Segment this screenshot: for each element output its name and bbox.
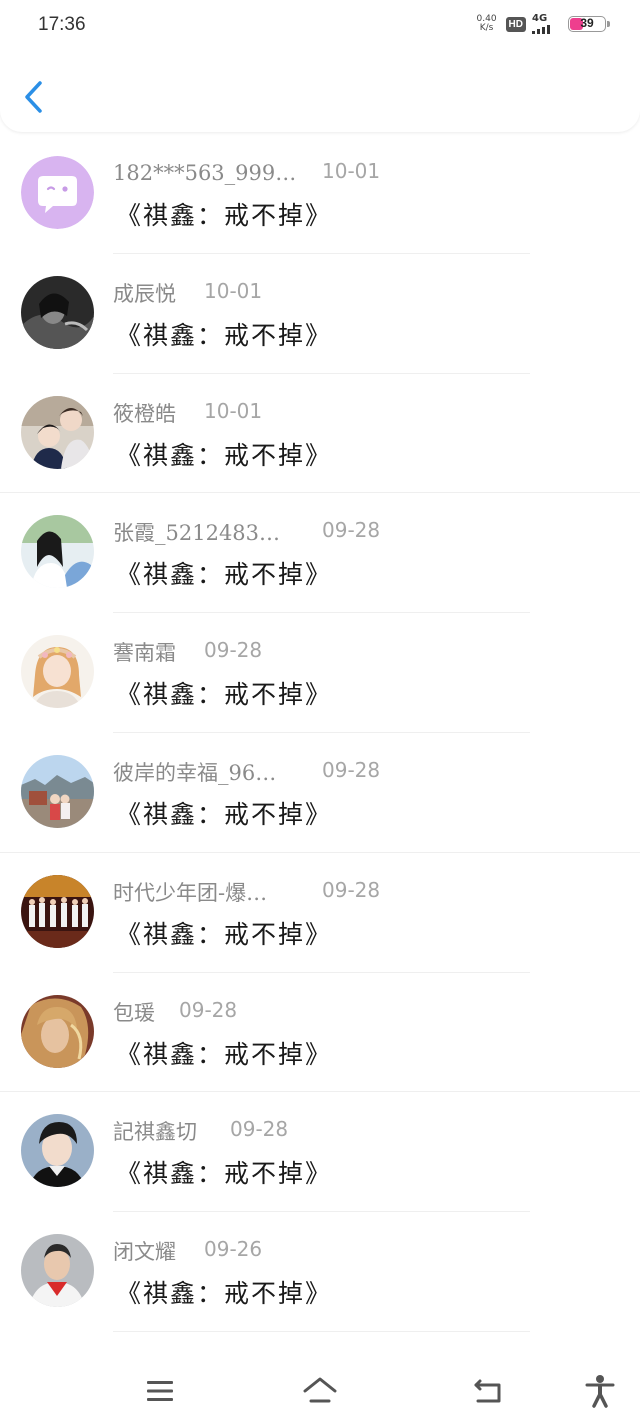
user-photo (21, 754, 94, 828)
date: 09-28 (179, 997, 238, 1022)
back-icon (474, 1379, 501, 1403)
user-photo (21, 874, 94, 948)
chevron-left-icon (25, 81, 42, 113)
status-icons: 0.40 K/s HD 4G 39 (474, 12, 610, 36)
message-list: 182***563_999… 10-01 《祺鑫：戒不掉》 成辰悦 10-01 … (0, 134, 640, 1332)
list-item[interactable]: 彼岸的幸福_96… 09-28 《祺鑫：戒不掉》 (0, 733, 640, 853)
top-bar: 17:36 0.40 K/s HD 4G 39 (0, 0, 640, 132)
user-name: 謇南霜 (113, 641, 176, 666)
accessibility-button[interactable] (580, 1371, 620, 1411)
user-photo (21, 1234, 94, 1308)
user-name: 闭文耀 (113, 1240, 176, 1265)
date: 10-01 (322, 159, 381, 183)
user-photo (21, 515, 94, 589)
list-item[interactable]: 张霞_5212483… 09-28 《祺鑫：戒不掉》 (0, 493, 640, 614)
message-content: 《祺鑫：戒不掉》 (116, 799, 333, 829)
user-photo (21, 635, 94, 709)
date: 10-01 (204, 278, 263, 303)
user-photo (21, 395, 94, 469)
message-content: 《祺鑫：戒不掉》 (116, 320, 333, 350)
home-button[interactable] (300, 1371, 340, 1411)
chat-bubble-icon (21, 156, 94, 229)
avatar[interactable] (21, 635, 94, 709)
network-speed: 0.40 K/s (476, 14, 497, 33)
list-item[interactable]: 闭文耀 09-26 《祺鑫：戒不掉》 (0, 1212, 640, 1332)
battery-icon: 39 (568, 16, 610, 32)
avatar[interactable] (21, 156, 94, 229)
message-content: 《祺鑫：戒不掉》 (116, 440, 333, 470)
menu-icon (147, 1381, 173, 1401)
user-photo (21, 994, 94, 1068)
avatar[interactable] (21, 515, 94, 589)
list-item[interactable]: 包瑗 09-28 《祺鑫：戒不掉》 (0, 973, 640, 1093)
list-item[interactable]: 記祺鑫切 09-28 《祺鑫：戒不掉》 (0, 1092, 640, 1213)
back-button[interactable] (18, 78, 52, 116)
user-name: 张霞_5212483… (113, 521, 281, 546)
hd-icon: HD (505, 16, 526, 32)
date: 09-26 (204, 1237, 263, 1262)
list-item[interactable]: 时代少年团-爆… 09-28 《祺鑫：戒不掉》 (0, 853, 640, 973)
message-content: 《祺鑫：戒不掉》 (116, 1159, 333, 1189)
avatar[interactable] (21, 1234, 94, 1308)
home-icon (303, 1377, 337, 1403)
date: 09-28 (322, 518, 381, 543)
list-item[interactable]: 謇南霜 09-28 《祺鑫：戒不掉》 (0, 613, 640, 733)
list-item[interactable]: 成辰悦 10-01 《祺鑫：戒不掉》 (0, 254, 640, 374)
message-content: 《祺鑫：戒不掉》 (116, 1039, 333, 1069)
user-name: 彼岸的幸福_96… (113, 760, 277, 785)
menu-button[interactable] (140, 1371, 180, 1411)
message-content: 《祺鑫：戒不掉》 (116, 560, 333, 590)
accessibility-icon (585, 1375, 615, 1408)
date: 10-01 (204, 398, 263, 423)
message-content: 《祺鑫：戒不掉》 (116, 201, 333, 230)
message-content: 《祺鑫：戒不掉》 (116, 919, 333, 949)
avatar[interactable] (21, 874, 94, 948)
user-name: 包瑗 (113, 1000, 155, 1025)
avatar[interactable] (21, 275, 94, 349)
date: 09-28 (230, 1117, 289, 1142)
return-button[interactable] (468, 1371, 508, 1411)
user-name: 記祺鑫切 (113, 1120, 197, 1145)
avatar[interactable] (21, 395, 94, 469)
avatar[interactable] (21, 754, 94, 828)
user-name: 成辰悦 (113, 281, 176, 306)
user-name: 筱橙皓 (113, 401, 176, 426)
date: 09-28 (204, 638, 263, 663)
user-name: 182***563_999… (113, 161, 297, 185)
navigation-bar (0, 1355, 640, 1427)
message-content: 《祺鑫：戒不掉》 (116, 1279, 333, 1309)
divider (113, 1330, 530, 1332)
date: 09-28 (322, 757, 381, 782)
user-name: 时代少年团-爆… (113, 880, 268, 905)
list-item[interactable]: 182***563_999… 10-01 《祺鑫：戒不掉》 (0, 134, 640, 254)
signal-icon: 4G (532, 14, 562, 34)
user-photo (21, 275, 94, 349)
avatar[interactable] (21, 1114, 94, 1188)
list-item[interactable]: 筱橙皓 10-01 《祺鑫：戒不掉》 (0, 374, 640, 494)
user-photo (21, 1114, 94, 1188)
message-content: 《祺鑫：戒不掉》 (116, 680, 333, 710)
avatar[interactable] (21, 994, 94, 1068)
status-time: 17:36 (38, 14, 86, 35)
date: 09-28 (322, 877, 381, 902)
